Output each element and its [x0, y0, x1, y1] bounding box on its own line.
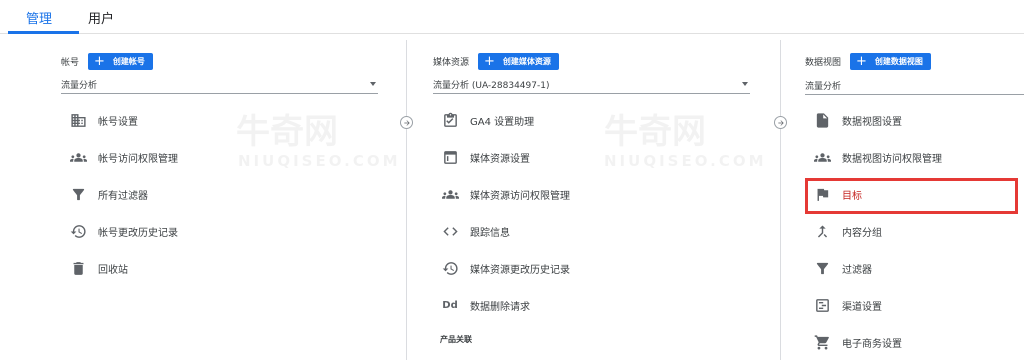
document-icon — [813, 112, 831, 130]
arrow-right-icon — [774, 116, 787, 129]
account-header: 帐号 + 创建帐号 — [61, 52, 153, 70]
item-label: 跟踪信息 — [470, 228, 510, 239]
item-label: 渠道设置 — [842, 302, 882, 313]
window-icon — [441, 149, 459, 167]
content-grouping-item[interactable]: 内容分组 — [805, 213, 942, 250]
item-label: 电子商务设置 — [842, 339, 902, 350]
admin-tabs: 管理 用户 — [0, 0, 1024, 34]
product-linking-label: 产品关联 — [440, 335, 472, 344]
create-property-label: 创建媒体资源 — [502, 56, 551, 66]
cart-icon — [813, 334, 831, 352]
goals-item[interactable]: 目标 — [805, 176, 942, 213]
item-label: 媒体资源访问权限管理 — [470, 191, 570, 202]
property-title: 媒体资源 — [433, 57, 470, 68]
tracking-info-item[interactable]: 跟踪信息 — [433, 213, 570, 250]
view-items: 数据视图设置 数据视图访问权限管理 目标 内容分组 过滤器 渠道设置 电子商务设… — [805, 102, 942, 360]
caret-down-icon — [370, 82, 376, 86]
item-label: 数据视图访问权限管理 — [842, 154, 942, 165]
arrow-right-icon — [400, 116, 413, 129]
view-filters-item[interactable]: 过滤器 — [805, 250, 942, 287]
property-access-item[interactable]: 媒体资源访问权限管理 — [433, 176, 570, 213]
create-property-button[interactable]: + 创建媒体资源 — [478, 52, 559, 70]
checklist-icon — [441, 112, 459, 130]
channel-settings-item[interactable]: 渠道设置 — [805, 287, 942, 324]
property-selector[interactable]: 流量分析 (UA-28834497-1) — [433, 76, 750, 94]
view-header: 数据视图 + 创建数据视图 — [805, 52, 931, 70]
view-access-item[interactable]: 数据视图访问权限管理 — [805, 139, 942, 176]
item-label: 内容分组 — [842, 228, 882, 239]
property-settings-item[interactable]: 媒体资源设置 — [433, 139, 570, 176]
item-label: 过滤器 — [842, 265, 872, 276]
trash-item[interactable]: 回收站 — [61, 250, 178, 287]
account-selector[interactable]: 流量分析 — [61, 76, 378, 94]
item-label: 媒体资源设置 — [470, 154, 530, 165]
data-deletion-item[interactable]: Dd 数据删除请求 — [433, 287, 570, 324]
account-title: 帐号 — [61, 57, 80, 68]
item-label: GA4 设置助理 — [470, 117, 535, 128]
view-title: 数据视图 — [805, 57, 842, 68]
people-icon — [441, 186, 459, 204]
item-label: 帐号访问权限管理 — [98, 154, 178, 165]
property-items: GA4 设置助理 媒体资源设置 媒体资源访问权限管理 跟踪信息 媒体资源更改历史… — [433, 102, 570, 324]
view-selector-value: 流量分析 — [805, 81, 842, 92]
view-settings-item[interactable]: 数据视图设置 — [805, 102, 942, 139]
building-icon — [69, 112, 87, 130]
account-items: 帐号设置 帐号访问权限管理 所有过滤器 帐号更改历史记录 回收站 — [61, 102, 178, 287]
history-icon — [69, 223, 87, 241]
trash-icon — [69, 260, 87, 278]
history-icon — [441, 260, 459, 278]
item-label: 回收站 — [98, 265, 128, 276]
code-icon — [441, 223, 459, 241]
flag-icon — [813, 186, 831, 204]
create-view-label: 创建数据视图 — [874, 56, 923, 66]
property-selector-value: 流量分析 (UA-28834497-1) — [433, 81, 550, 91]
view-selector[interactable]: 流量分析 — [805, 76, 1024, 94]
property-history-item[interactable]: 媒体资源更改历史记录 — [433, 250, 570, 287]
ga4-setup-assistant-item[interactable]: GA4 设置助理 — [433, 102, 570, 139]
account-access-item[interactable]: 帐号访问权限管理 — [61, 139, 178, 176]
people-icon — [813, 149, 831, 167]
people-icon — [69, 149, 87, 167]
column-divider — [406, 40, 407, 360]
item-label: 数据删除请求 — [470, 302, 530, 313]
tab-users[interactable]: 用户 — [88, 8, 114, 27]
plus-icon: + — [484, 53, 495, 69]
column-divider — [780, 40, 781, 360]
item-label: 媒体资源更改历史记录 — [470, 265, 570, 276]
tab-admin[interactable]: 管理 — [26, 8, 52, 27]
plus-icon: + — [94, 53, 105, 69]
view-selector-underline — [805, 94, 1024, 95]
item-label: 帐号更改历史记录 — [98, 228, 178, 239]
filter-icon — [69, 186, 87, 204]
ecommerce-settings-item[interactable]: 电子商务设置 — [805, 324, 942, 360]
create-account-button[interactable]: + 创建帐号 — [88, 52, 153, 70]
account-selector-value: 流量分析 — [61, 81, 98, 91]
account-history-item[interactable]: 帐号更改历史记录 — [61, 213, 178, 250]
item-label: 所有过滤器 — [98, 191, 148, 202]
item-label: 目标 — [842, 191, 862, 202]
account-column: 帐号 + 创建帐号 流量分析 帐号设置 帐号访问权限管理 所有过滤器 帐号更改历… — [40, 34, 391, 360]
filter-icon — [813, 260, 831, 278]
create-view-button[interactable]: + 创建数据视图 — [850, 52, 931, 70]
item-label: 帐号设置 — [98, 117, 138, 128]
all-filters-item[interactable]: 所有过滤器 — [61, 176, 178, 213]
view-column: 数据视图 + 创建数据视图 流量分析 数据视图设置 数据视图访问权限管理 目标 … — [792, 34, 1024, 360]
item-label: 数据视图设置 — [842, 117, 902, 128]
property-column: 媒体资源 + 创建媒体资源 流量分析 (UA-28834497-1) GA4 设… — [420, 34, 763, 360]
caret-down-icon — [742, 82, 748, 86]
plus-icon: + — [856, 53, 867, 69]
account-settings-item[interactable]: 帐号设置 — [61, 102, 178, 139]
sliders-icon — [813, 297, 831, 315]
property-header: 媒体资源 + 创建媒体资源 — [433, 52, 559, 70]
dd-icon: Dd — [442, 300, 458, 311]
create-account-label: 创建帐号 — [112, 56, 145, 66]
merge-icon — [813, 223, 831, 241]
